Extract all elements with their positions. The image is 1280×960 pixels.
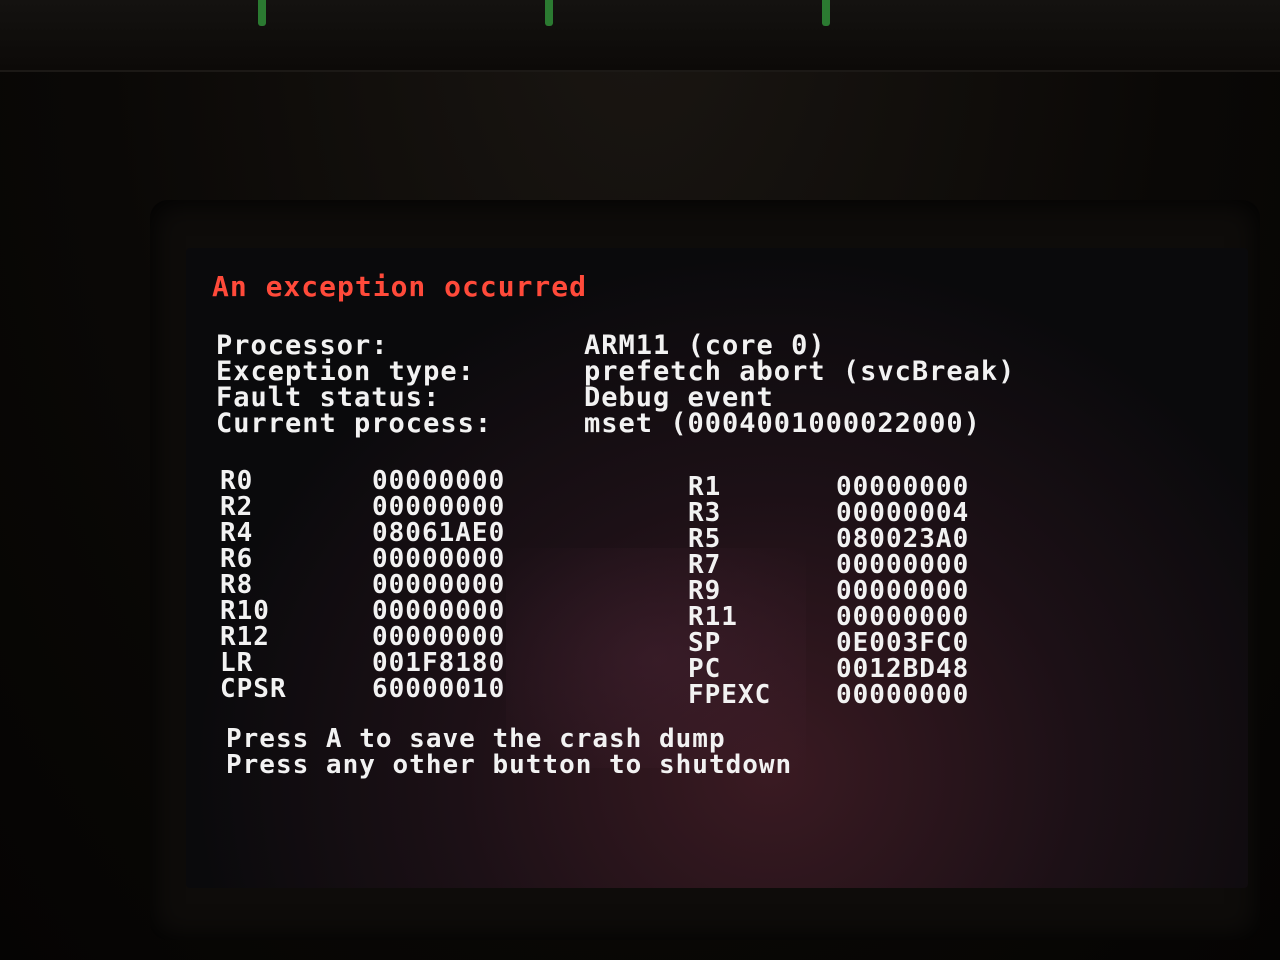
shutdown-prompt: Press any other button to shutdown bbox=[226, 750, 793, 780]
green-connector-left bbox=[258, 0, 266, 26]
info-value: mset (0004001000022000) bbox=[584, 408, 981, 439]
register-name: FPEXC bbox=[688, 680, 772, 710]
error-screen: An exception occurred Processor: ARM11 (… bbox=[186, 248, 1248, 888]
register-value: 00000000 bbox=[836, 680, 970, 710]
green-connector-middle bbox=[545, 0, 553, 26]
error-title: An exception occurred bbox=[212, 270, 588, 303]
info-label: Current process: bbox=[216, 408, 493, 439]
device-top-edge bbox=[0, 0, 1280, 72]
green-connector-right bbox=[822, 0, 830, 26]
register-value: 60000010 bbox=[372, 674, 506, 704]
register-name: CPSR bbox=[220, 674, 287, 704]
